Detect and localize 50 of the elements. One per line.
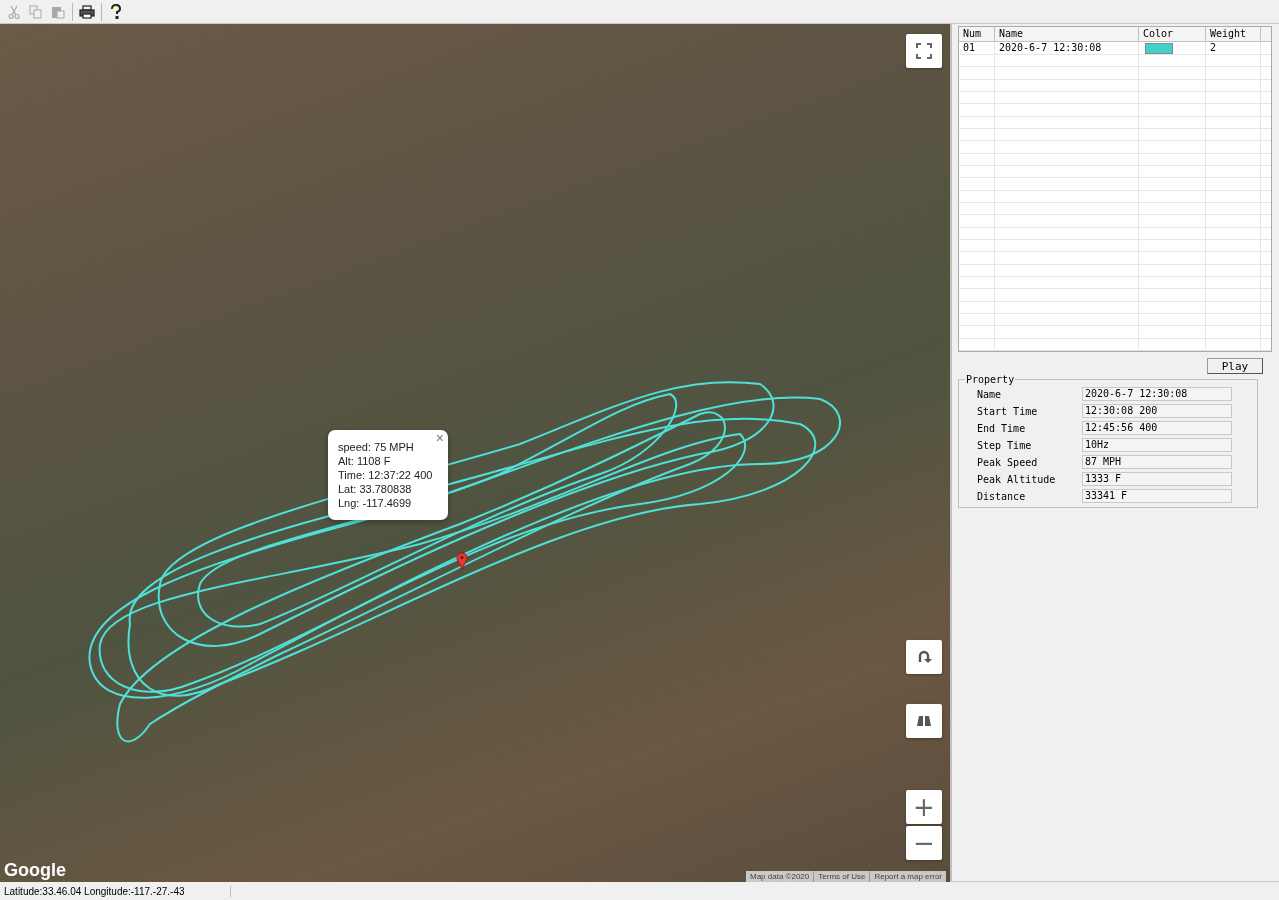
close-button[interactable]: × xyxy=(433,430,446,446)
map-pin-icon[interactable] xyxy=(456,552,468,570)
column-header[interactable]: Num xyxy=(959,27,995,41)
info-text: Alt: 1108 F xyxy=(338,454,392,468)
column-header[interactable]: Color xyxy=(1139,27,1206,41)
value-field[interactable]: 12:45:56 400 xyxy=(1082,421,1232,435)
help-icon xyxy=(110,3,122,20)
fullscreen-button[interactable] xyxy=(906,34,942,68)
attribution-link[interactable]: Report a map error xyxy=(869,871,946,882)
info-text: Time: 12:37:22 400 xyxy=(338,468,434,482)
play-button[interactable]: Play xyxy=(1207,358,1263,374)
zoom-in-button[interactable]: + xyxy=(906,790,942,824)
value-field[interactable]: 2020-6-7 12:30:08 xyxy=(1082,387,1232,401)
table-cell: 01 xyxy=(959,42,995,54)
table-cell: 2020-6-7 12:30:08 xyxy=(995,42,1139,54)
satellite-map[interactable]: speed: 75 MPH Alt: 1108 F Time: 12:37:22 400 Lat: 33.780838 Lng: -117.4699 × + − Google Map data ©2020 Terms of Use Report a map error xyxy=(0,24,950,882)
tilt-icon xyxy=(916,715,932,727)
copy-icon xyxy=(29,4,43,19)
paste-icon xyxy=(51,4,65,19)
info-text: speed: 75 MPH xyxy=(338,440,415,454)
rotate-button[interactable] xyxy=(906,640,942,674)
field-label: Distance xyxy=(977,490,1027,502)
info-text: Lat: 33.780838 xyxy=(338,482,413,496)
column-header[interactable]: Name xyxy=(995,27,1139,41)
value-field[interactable]: 1333 F xyxy=(1082,472,1232,486)
field-label: Step Time xyxy=(977,439,1033,451)
fullscreen-icon xyxy=(916,43,932,59)
map-logo: Google xyxy=(4,860,66,881)
info-text: Lng: -117.4699 xyxy=(338,496,413,510)
value-field[interactable]: 10Hz xyxy=(1082,438,1232,452)
rotate-icon xyxy=(916,649,932,665)
table-row[interactable]: 01 2020-6-7 12:30:08 2 xyxy=(959,42,1271,55)
value-field[interactable]: 12:30:08 200 xyxy=(1082,404,1232,418)
value-field[interactable]: 33341 F xyxy=(1082,489,1232,503)
attribution-link[interactable]: Terms of Use xyxy=(813,871,870,882)
value-field[interactable]: 87 MPH xyxy=(1082,455,1232,469)
zoom-out-button[interactable]: − xyxy=(906,826,942,860)
scissors-icon xyxy=(8,4,20,19)
field-label: Name xyxy=(977,388,1003,400)
map-data-text: Map data ©2020 xyxy=(749,871,811,882)
field-label: Peak Speed xyxy=(977,456,1039,468)
coordinates-text: Latitude:33.46.04 Longitude:-117.-27.-43 xyxy=(0,885,231,897)
column-header[interactable]: Weight xyxy=(1206,27,1261,41)
printer-icon xyxy=(79,4,95,19)
field-label: Peak Altitude xyxy=(977,473,1057,485)
field-label: End Time xyxy=(977,422,1027,434)
tilt-button[interactable] xyxy=(906,704,942,738)
field-label: Start Time xyxy=(977,405,1039,417)
table-cell: 2 xyxy=(1206,42,1261,54)
group-title: Property xyxy=(965,374,1016,385)
